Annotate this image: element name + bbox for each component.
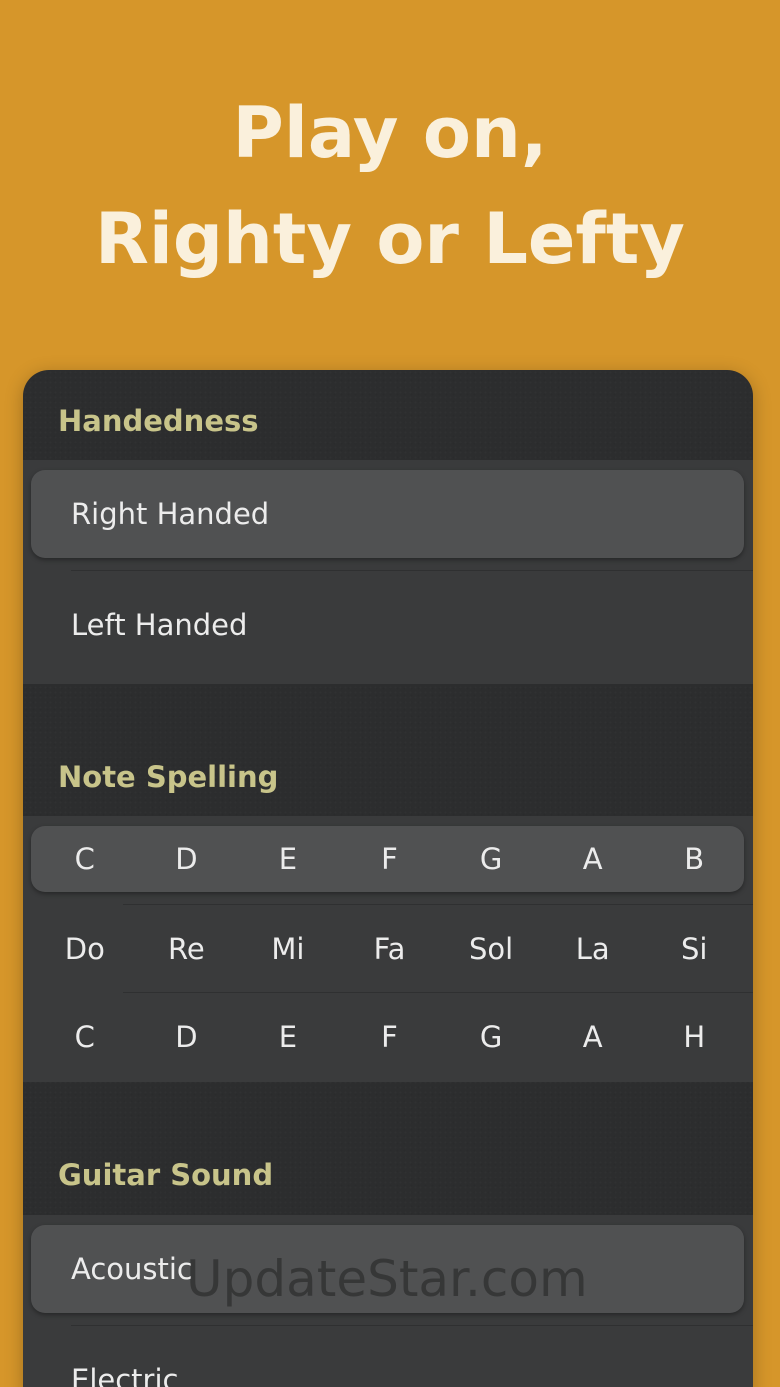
- note-label: A: [582, 1020, 603, 1054]
- hero-line-2: Righty or Lefty: [95, 198, 685, 280]
- left-handed-option[interactable]: Left Handed: [31, 581, 744, 669]
- divider: [71, 570, 753, 571]
- note-spelling-title: Note Spelling: [58, 760, 279, 794]
- note-label: Re: [168, 932, 205, 966]
- note-row-solfege[interactable]: Do Re Mi Fa Sol La Si: [31, 916, 744, 982]
- watermark-text: UpdateStar.com: [186, 1250, 588, 1308]
- note-label: F: [381, 842, 398, 876]
- note-label: G: [479, 842, 503, 876]
- note-label: Si: [681, 932, 708, 966]
- note-label: Do: [64, 932, 105, 966]
- note-label: Fa: [373, 932, 406, 966]
- settings-panel: Handedness Right Handed Left Handed Note…: [23, 370, 753, 1387]
- note-label: E: [278, 1020, 298, 1054]
- right-handed-label: Right Handed: [71, 497, 270, 531]
- note-label: Sol: [468, 932, 514, 966]
- note-label: Mi: [271, 932, 305, 966]
- note-label: C: [74, 1020, 95, 1054]
- note-label: D: [175, 1020, 198, 1054]
- acoustic-label: Acoustic: [71, 1252, 193, 1286]
- note-row-letters-h[interactable]: C D E F G A H: [31, 1004, 744, 1070]
- note-label: F: [381, 1020, 398, 1054]
- note-label: A: [582, 842, 603, 876]
- note-label: B: [684, 842, 705, 876]
- note-label: E: [278, 842, 298, 876]
- divider: [123, 992, 753, 993]
- note-label: D: [175, 842, 198, 876]
- divider: [123, 904, 753, 905]
- handedness-group: Right Handed Left Handed: [23, 460, 753, 684]
- hero-heading: Play on, Righty or Lefty: [0, 80, 780, 292]
- note-row-letters-b[interactable]: C D E F G A B: [31, 826, 744, 892]
- note-spelling-group: C D E F G A B Do Re Mi Fa Sol La Si C D …: [23, 816, 753, 1082]
- note-label: C: [74, 842, 95, 876]
- note-label: G: [479, 1020, 503, 1054]
- note-label: La: [575, 932, 610, 966]
- hero-line-1: Play on,: [232, 92, 548, 174]
- guitar-sound-title: Guitar Sound: [58, 1158, 274, 1192]
- left-handed-label: Left Handed: [71, 608, 248, 642]
- divider: [71, 1325, 753, 1326]
- right-handed-option[interactable]: Right Handed: [31, 470, 744, 558]
- electric-label: Electric: [71, 1363, 179, 1387]
- electric-option[interactable]: Electric: [31, 1336, 744, 1387]
- note-label: H: [683, 1020, 706, 1054]
- handedness-title: Handedness: [58, 404, 259, 438]
